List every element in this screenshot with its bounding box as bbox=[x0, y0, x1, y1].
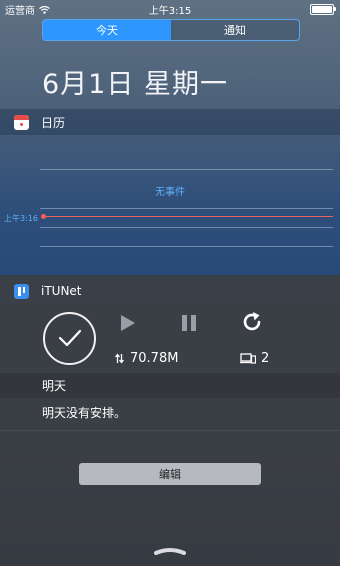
no-events-label: 无事件 bbox=[155, 187, 185, 198]
itunet-widget-header[interactable]: iTUNet bbox=[0, 278, 340, 304]
timeline-line bbox=[40, 246, 333, 247]
battery-icon bbox=[310, 4, 336, 15]
status-bar: 运营商 上午3:15 bbox=[0, 0, 340, 17]
itunet-widget-title: iTUNet bbox=[41, 284, 82, 298]
status-time: 上午3:15 bbox=[148, 6, 192, 17]
tomorrow-title: 明天 bbox=[42, 379, 67, 393]
background-top bbox=[0, 0, 340, 275]
traffic-usage: 70.78M bbox=[115, 351, 178, 366]
refresh-icon[interactable] bbox=[241, 311, 263, 333]
devices-count: 2 bbox=[261, 351, 270, 366]
timeline-line bbox=[40, 227, 333, 228]
calendar-widget-title: 日历 bbox=[41, 115, 66, 130]
calendar-widget-header[interactable]: 日历 bbox=[0, 109, 340, 135]
devices-icon bbox=[240, 353, 256, 364]
itunet-app-icon bbox=[14, 283, 29, 299]
edit-button[interactable]: 编辑 bbox=[79, 463, 261, 485]
tab-today[interactable]: 今天 bbox=[43, 20, 171, 40]
timeline-line bbox=[40, 169, 333, 170]
transfer-icon bbox=[115, 353, 124, 364]
online-devices: 2 bbox=[240, 351, 269, 366]
current-time-label: 上午3:16 bbox=[4, 214, 38, 223]
tab-notifications[interactable]: 通知 bbox=[171, 20, 299, 40]
divider bbox=[0, 430, 340, 431]
tomorrow-header: 明天 bbox=[0, 373, 340, 398]
pull-handle-icon[interactable] bbox=[153, 546, 187, 556]
current-time-dot bbox=[41, 214, 46, 219]
calendar-icon bbox=[14, 114, 29, 130]
tomorrow-summary: 明天没有安排。 bbox=[42, 406, 127, 420]
current-time-line bbox=[45, 216, 333, 217]
pause-icon[interactable] bbox=[181, 315, 197, 331]
checkmark-icon bbox=[58, 329, 82, 347]
today-notification-switch[interactable]: 今天 通知 bbox=[42, 19, 300, 41]
date-heading: 6月1日 星期一 bbox=[42, 69, 228, 100]
timeline-line bbox=[40, 208, 333, 209]
check-circle-icon[interactable] bbox=[43, 312, 96, 365]
play-icon[interactable] bbox=[120, 314, 136, 332]
traffic-value: 70.78M bbox=[130, 351, 179, 366]
